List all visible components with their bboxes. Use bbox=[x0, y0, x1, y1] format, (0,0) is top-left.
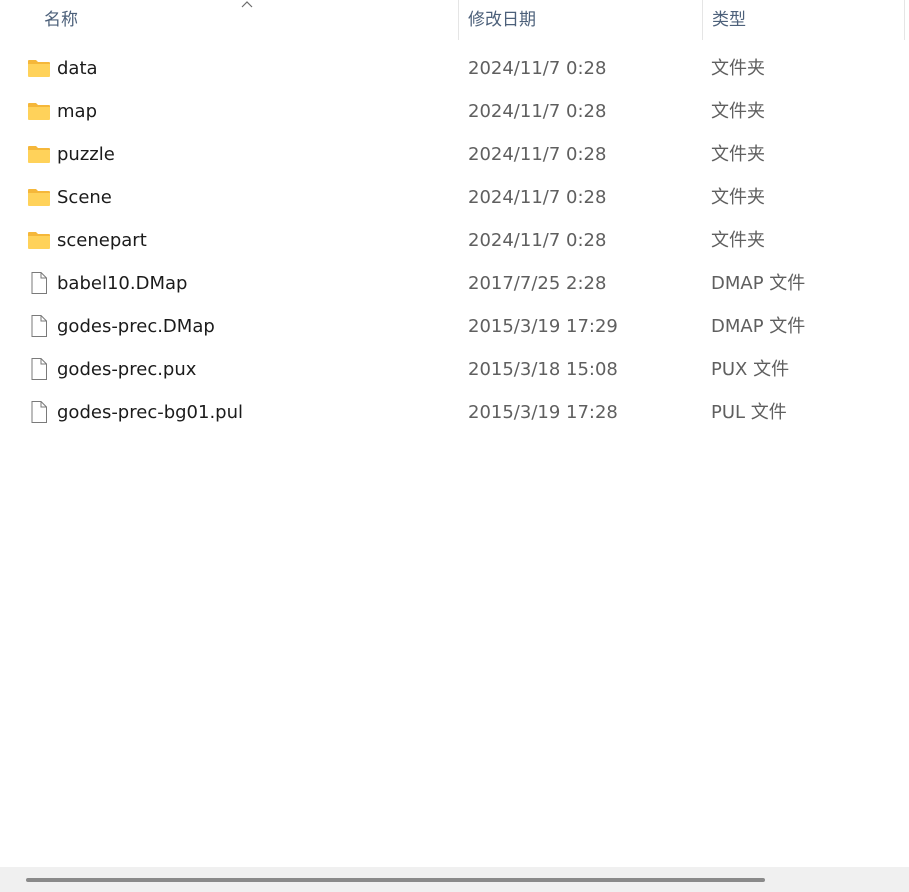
file-type: 文件夹 bbox=[711, 144, 765, 165]
file-type: PUX 文件 bbox=[711, 359, 790, 380]
folder-icon bbox=[27, 186, 51, 208]
file-icon bbox=[27, 401, 51, 423]
file-modified-date: 2024/11/7 0:28 bbox=[468, 101, 607, 122]
file-row[interactable]: godes-prec.pux 2015/3/18 15:08 PUX 文件 bbox=[0, 348, 909, 391]
column-header-name[interactable]: 名称 bbox=[34, 0, 458, 40]
file-explorer: 名称 修改日期 类型 data 2024/11/7 0:28 文件夹 map 2024/… bbox=[0, 0, 909, 892]
file-row[interactable]: data 2024/11/7 0:28 文件夹 bbox=[0, 47, 909, 90]
file-type: 文件夹 bbox=[711, 187, 765, 208]
file-icon bbox=[27, 272, 51, 294]
column-header-date[interactable]: 修改日期 bbox=[458, 0, 702, 40]
column-header-type[interactable]: 类型 bbox=[702, 0, 905, 40]
file-row[interactable]: map 2024/11/7 0:28 文件夹 bbox=[0, 90, 909, 133]
file-modified-date: 2024/11/7 0:28 bbox=[468, 187, 607, 208]
file-name[interactable]: map bbox=[57, 90, 97, 133]
file-icon bbox=[27, 358, 51, 380]
file-type: PUL 文件 bbox=[711, 402, 787, 423]
horizontal-scrollbar[interactable] bbox=[0, 867, 909, 892]
file-name[interactable]: data bbox=[57, 47, 98, 90]
file-row[interactable]: babel10.DMap 2017/7/25 2:28 DMAP 文件 bbox=[0, 262, 909, 305]
file-modified-date: 2017/7/25 2:28 bbox=[468, 273, 607, 294]
folder-icon bbox=[27, 57, 51, 79]
file-row[interactable]: Scene 2024/11/7 0:28 文件夹 bbox=[0, 176, 909, 219]
column-header-bar: 名称 修改日期 类型 bbox=[0, 0, 909, 40]
file-row[interactable]: puzzle 2024/11/7 0:28 文件夹 bbox=[0, 133, 909, 176]
folder-icon bbox=[27, 100, 51, 122]
file-type: DMAP 文件 bbox=[711, 316, 806, 337]
file-name[interactable]: babel10.DMap bbox=[57, 262, 187, 305]
file-modified-date: 2015/3/18 15:08 bbox=[468, 359, 618, 380]
file-type: 文件夹 bbox=[711, 101, 765, 122]
file-row[interactable]: godes-prec-bg01.pul 2015/3/19 17:28 PUL 文件 bbox=[0, 391, 909, 434]
file-modified-date: 2024/11/7 0:28 bbox=[468, 144, 607, 165]
file-modified-date: 2024/11/7 0:28 bbox=[468, 230, 607, 251]
file-modified-date: 2024/11/7 0:28 bbox=[468, 58, 607, 79]
file-type: 文件夹 bbox=[711, 230, 765, 251]
column-separator[interactable] bbox=[904, 0, 905, 40]
scrollbar-thumb[interactable] bbox=[26, 878, 765, 882]
file-row[interactable]: scenepart 2024/11/7 0:28 文件夹 bbox=[0, 219, 909, 262]
file-name[interactable]: puzzle bbox=[57, 133, 115, 176]
file-row[interactable]: godes-prec.DMap 2015/3/19 17:29 DMAP 文件 bbox=[0, 305, 909, 348]
folder-icon bbox=[27, 229, 51, 251]
file-name[interactable]: Scene bbox=[57, 176, 112, 219]
file-modified-date: 2015/3/19 17:29 bbox=[468, 316, 618, 337]
folder-icon bbox=[27, 143, 51, 165]
file-name[interactable]: godes-prec.pux bbox=[57, 348, 196, 391]
file-type: DMAP 文件 bbox=[711, 273, 806, 294]
file-type: 文件夹 bbox=[711, 58, 765, 79]
file-name[interactable]: godes-prec.DMap bbox=[57, 305, 215, 348]
file-name[interactable]: godes-prec-bg01.pul bbox=[57, 391, 243, 434]
file-modified-date: 2015/3/19 17:28 bbox=[468, 402, 618, 423]
file-icon bbox=[27, 315, 51, 337]
file-name[interactable]: scenepart bbox=[57, 219, 147, 262]
